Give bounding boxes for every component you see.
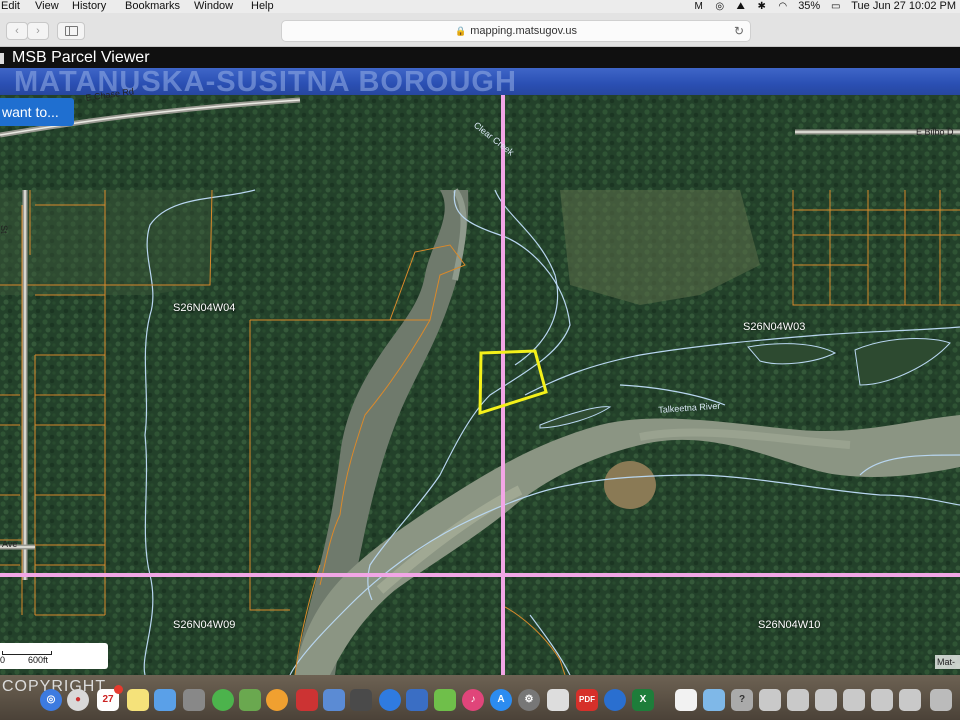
window-thumbnail-icon[interactable]	[759, 689, 781, 711]
sidebar-icon	[65, 26, 78, 36]
header-logo-fragment	[0, 53, 4, 64]
aerial-map-canvas[interactable]	[0, 95, 960, 675]
document-icon[interactable]	[675, 689, 697, 711]
section-label-nw: S26N04W04	[173, 302, 236, 314]
safari-icon[interactable]: ◎	[40, 689, 62, 711]
window-thumbnail-icon[interactable]	[843, 689, 865, 711]
calendar-icon[interactable]: 27	[97, 685, 123, 711]
scale-bar: 0 600ft	[0, 643, 108, 669]
app-icon[interactable]	[379, 689, 401, 711]
address-bar[interactable]: 🔒 mapping.matsugov.us ↻	[281, 20, 751, 42]
road-label-bilbo: E Bilbo D	[916, 127, 954, 137]
itunes-icon[interactable]: ♪	[462, 689, 484, 711]
browser-toolbar: ‹ › 🔒 mapping.matsugov.us ↻	[0, 13, 960, 47]
calendar-badge	[114, 685, 123, 694]
printer-icon[interactable]	[183, 689, 205, 711]
app-icon[interactable]	[296, 689, 318, 711]
menu-window[interactable]: Window	[194, 0, 233, 13]
bluetooth-icon[interactable]: ✱	[756, 1, 767, 12]
scale-zero: 0	[0, 655, 6, 665]
reload-icon[interactable]: ↻	[734, 21, 744, 41]
app-icon[interactable]	[406, 689, 428, 711]
app-icon[interactable]: ⛰	[735, 1, 746, 12]
section-label-ne: S26N04W03	[743, 321, 806, 333]
messages-icon[interactable]	[212, 689, 234, 711]
wifi-icon[interactable]: ◠	[777, 1, 788, 12]
scale-label: 600ft	[28, 655, 49, 665]
back-button[interactable]: ‹	[6, 22, 28, 40]
battery-percent: 35%	[798, 0, 821, 12]
map-attribution: Mat-	[935, 655, 960, 669]
banner-text: MATANUSKA-SUSITNA BOROUGH	[14, 68, 517, 95]
numbers-icon[interactable]	[434, 689, 456, 711]
menu-help[interactable]: Help	[251, 0, 274, 13]
trash-icon[interactable]	[930, 689, 952, 711]
window-thumbnail-icon[interactable]	[815, 689, 837, 711]
menu-view[interactable]: View	[35, 0, 59, 13]
url-text: mapping.matsugov.us	[470, 25, 578, 37]
finder-icon[interactable]	[154, 689, 176, 711]
system-preferences-icon[interactable]: ⚙	[518, 689, 540, 711]
menu-bookmarks[interactable]: Bookmarks	[125, 0, 180, 13]
lock-icon: 🔒	[454, 26, 467, 36]
menu-history[interactable]: History	[72, 0, 106, 13]
calendar-day: 27	[102, 694, 114, 705]
window-thumbnail-icon[interactable]	[787, 689, 809, 711]
applications-folder-icon[interactable]	[703, 689, 725, 711]
pdf-icon[interactable]: PDF	[576, 689, 598, 711]
excel-icon[interactable]: X	[632, 689, 654, 711]
maps-icon[interactable]	[239, 689, 261, 711]
app-header: MSB Parcel Viewer	[0, 47, 960, 68]
window-thumbnail-icon[interactable]	[871, 689, 893, 711]
appstore-icon[interactable]: A	[490, 689, 512, 711]
app-title: MSB Parcel Viewer	[12, 49, 150, 66]
map-view[interactable]	[0, 95, 960, 675]
sidebar-toggle-button[interactable]	[57, 22, 85, 40]
borough-banner: MATANUSKA-SUSITNA BOROUGH	[0, 68, 960, 95]
battery-icon[interactable]: ▭	[830, 1, 841, 12]
chevron-left-icon: ‹	[15, 25, 19, 37]
help-icon[interactable]: ?	[731, 689, 753, 711]
section-label-se: S26N04W10	[758, 619, 821, 631]
forward-button[interactable]: ›	[27, 22, 49, 40]
macos-menubar: Edit View History Bookmarks Window Help …	[0, 0, 960, 13]
keynote-icon[interactable]	[323, 689, 345, 711]
chrome-icon[interactable]: ●	[67, 689, 89, 711]
app-icon[interactable]	[604, 689, 626, 711]
photos-icon[interactable]	[266, 689, 288, 711]
road-label-ave: Ave	[2, 539, 18, 549]
clock[interactable]: Tue Jun 27 10:02 PM	[851, 0, 956, 13]
road-label-street: St	[0, 225, 9, 234]
window-thumbnail-icon[interactable]	[899, 689, 921, 711]
section-label-sw: S26N04W09	[173, 619, 236, 631]
i-want-to-button[interactable]: want to...	[0, 98, 74, 126]
clearing-northwest	[0, 190, 215, 295]
app-icon[interactable]	[350, 689, 372, 711]
sync-icon[interactable]: ◎	[714, 1, 725, 12]
malwarebytes-icon[interactable]: M	[693, 1, 704, 12]
menubar-status-area: M ◎ ⛰ ✱ ◠ 35% ▭ Tue Jun 27 10:02 PM	[693, 0, 956, 13]
menu-edit[interactable]: Edit	[1, 0, 20, 13]
app-icon[interactable]	[547, 689, 569, 711]
pond-clearing	[604, 461, 656, 509]
notes-icon[interactable]	[127, 689, 149, 711]
chevron-right-icon: ›	[36, 25, 40, 37]
